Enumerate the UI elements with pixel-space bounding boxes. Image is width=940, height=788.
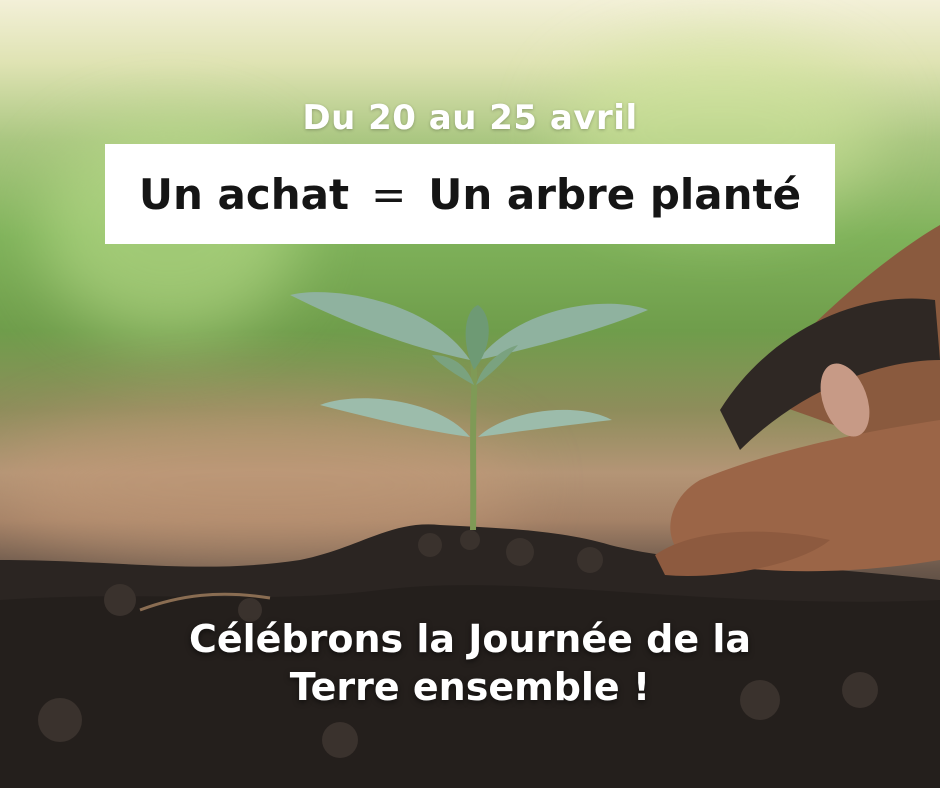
footer-line-2: Terre ensemble ! <box>289 665 651 709</box>
date-range: Du 20 au 25 avril <box>302 98 638 138</box>
footer-message: Célébrons la Journée de la Terre ensembl… <box>0 615 940 711</box>
headline-banner: Un achat = Un arbre planté <box>105 144 835 244</box>
headline-right: Un arbre planté <box>428 169 802 219</box>
hand-with-soil <box>655 225 940 576</box>
headline-left: Un achat <box>138 169 350 219</box>
footer-line-1: Célébrons la Journée de la <box>188 617 752 661</box>
equals-sign: = <box>371 169 407 219</box>
seedling-leaves <box>290 292 648 437</box>
headline: Un achat = Un arbre planté <box>139 170 801 219</box>
